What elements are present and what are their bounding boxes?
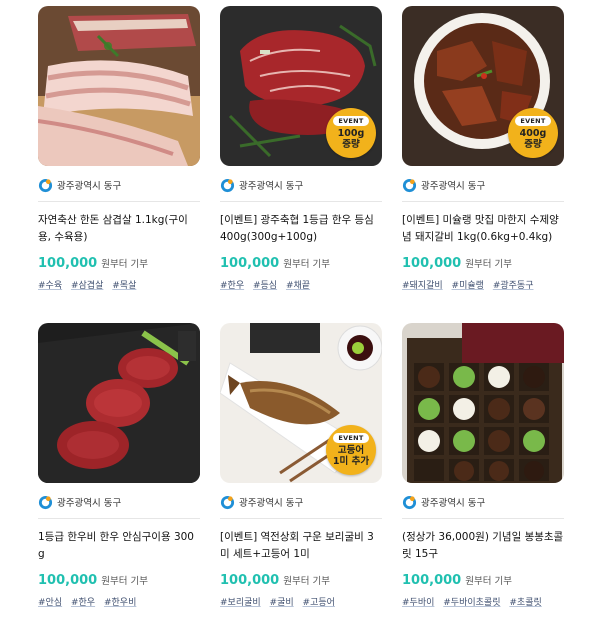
tag-link[interactable]: #돼지갈비 bbox=[402, 281, 443, 291]
price-value: 100,000 bbox=[402, 256, 462, 271]
divider bbox=[38, 518, 200, 519]
organization: 광주광역시 동구 bbox=[38, 489, 200, 515]
city-logo-icon bbox=[402, 178, 417, 192]
event-line2: 증량 bbox=[524, 139, 542, 150]
price-value: 100,000 bbox=[38, 256, 98, 271]
price-value: 100,000 bbox=[402, 573, 462, 588]
event-badge: EVENT 400g 증량 bbox=[508, 108, 558, 158]
product-image-grilled-croaker[interactable]: EVENT 고등어 1미 추가 bbox=[220, 323, 382, 483]
price: 100,000 원부터 기부 bbox=[220, 573, 382, 588]
event-label: EVENT bbox=[333, 433, 369, 443]
city-logo-icon bbox=[38, 178, 53, 192]
divider bbox=[220, 518, 382, 519]
event-line1: 100g bbox=[337, 128, 365, 139]
price-unit: 원부터 기부 bbox=[283, 576, 330, 587]
price-unit: 원부터 기부 bbox=[101, 576, 148, 587]
organization: 광주광역시 동구 bbox=[220, 172, 382, 198]
event-line1: 고등어 bbox=[337, 445, 365, 456]
price-unit: 원부터 기부 bbox=[465, 576, 512, 587]
organization: 광주광역시 동구 bbox=[38, 172, 200, 198]
event-line2: 증량 bbox=[342, 139, 360, 150]
organization-name: 광주광역시 동구 bbox=[239, 498, 304, 509]
event-label: EVENT bbox=[515, 116, 551, 126]
product-card[interactable]: EVENT 고등어 1미 추가 광주광역시 동구 [이벤트] 역전상회 구운 보… bbox=[220, 323, 382, 640]
divider bbox=[402, 518, 564, 519]
event-label: EVENT bbox=[333, 116, 369, 126]
price: 100,000 원부터 기부 bbox=[220, 256, 382, 271]
city-logo-icon bbox=[38, 495, 53, 509]
event-badge: EVENT 100g 증량 bbox=[326, 108, 376, 158]
organization: 광주광역시 동구 bbox=[402, 172, 564, 198]
product-title[interactable]: 1등급 한우비 한우 안심구이용 300g bbox=[38, 529, 200, 565]
product-title[interactable]: [이벤트] 광주축협 1등급 한우 등심 400g(300g+100g) bbox=[220, 212, 382, 248]
organization: 광주광역시 동구 bbox=[220, 489, 382, 515]
price: 100,000 원부터 기부 bbox=[402, 573, 564, 588]
tag-list: #한우 #등심 #채끝 bbox=[220, 278, 382, 291]
organization-name: 광주광역시 동구 bbox=[421, 181, 486, 192]
tag-link[interactable]: #삼겹살 bbox=[71, 281, 103, 291]
tag-list: #돼지갈비 #미슐랭 #광주동구 bbox=[402, 278, 564, 291]
tag-list: #두바이 #두바이초콜릿 #초콜릿 bbox=[402, 595, 564, 608]
product-card[interactable]: 광주광역시 동구 자연축산 한돈 삼겹살 1.1kg(구이용, 수육용) 100… bbox=[38, 6, 200, 323]
price: 100,000 원부터 기부 bbox=[402, 256, 564, 271]
product-title[interactable]: (정상가 36,000원) 기념일 봉봉초콜릿 15구 bbox=[402, 529, 564, 565]
organization-name: 광주광역시 동구 bbox=[57, 181, 122, 192]
product-image-beef-tenderloin[interactable] bbox=[38, 323, 200, 483]
price-value: 100,000 bbox=[220, 256, 280, 271]
tag-link[interactable]: #수육 bbox=[38, 281, 62, 291]
tag-link[interactable]: #목살 bbox=[112, 281, 136, 291]
product-title[interactable]: 자연축산 한돈 삼겹살 1.1kg(구이용, 수육용) bbox=[38, 212, 200, 248]
tag-list: #보리굴비 #굴비 #고등어 bbox=[220, 595, 382, 608]
price-unit: 원부터 기부 bbox=[101, 259, 148, 270]
product-grid: 광주광역시 동구 자연축산 한돈 삼겹살 1.1kg(구이용, 수육용) 100… bbox=[38, 6, 568, 640]
product-card[interactable]: EVENT 100g 증량 광주광역시 동구 [이벤트] 광주축협 1등급 한우… bbox=[220, 6, 382, 323]
tag-list: #안심 #한우 #한우비 bbox=[38, 595, 200, 608]
event-badge: EVENT 고등어 1미 추가 bbox=[326, 425, 376, 475]
tag-link[interactable]: #등심 bbox=[253, 281, 277, 291]
product-image-beef-sirloin[interactable]: EVENT 100g 증량 bbox=[220, 6, 382, 166]
price-value: 100,000 bbox=[38, 573, 98, 588]
event-line2: 1미 추가 bbox=[332, 456, 370, 467]
organization: 광주광역시 동구 bbox=[402, 489, 564, 515]
product-image-chocolate-box[interactable] bbox=[402, 323, 564, 483]
organization-name: 광주광역시 동구 bbox=[239, 181, 304, 192]
divider bbox=[38, 201, 200, 202]
product-card[interactable]: EVENT 400g 증량 광주광역시 동구 [이벤트] 미슐랭 맛집 마한지 … bbox=[402, 6, 564, 323]
divider bbox=[402, 201, 564, 202]
organization-name: 광주광역시 동구 bbox=[421, 498, 486, 509]
tag-link[interactable]: #채끝 bbox=[286, 281, 310, 291]
city-logo-icon bbox=[220, 178, 235, 192]
product-card[interactable]: 광주광역시 동구 (정상가 36,000원) 기념일 봉봉초콜릿 15구 100… bbox=[402, 323, 564, 640]
price-unit: 원부터 기부 bbox=[465, 259, 512, 270]
event-line1: 400g bbox=[519, 128, 547, 139]
tag-link[interactable]: #한우 bbox=[220, 281, 244, 291]
product-title[interactable]: [이벤트] 미슐랭 맛집 마한지 수제양념 돼지갈비 1kg(0.6kg+0.4… bbox=[402, 212, 564, 248]
tag-link[interactable]: #광주동구 bbox=[493, 281, 534, 291]
price: 100,000 원부터 기부 bbox=[38, 256, 200, 271]
divider bbox=[220, 201, 382, 202]
price: 100,000 원부터 기부 bbox=[38, 573, 200, 588]
tag-list: #수육 #삼겹살 #목살 bbox=[38, 278, 200, 291]
product-card[interactable]: 광주광역시 동구 1등급 한우비 한우 안심구이용 300g 100,000 원… bbox=[38, 323, 200, 640]
tag-link[interactable]: #미슐랭 bbox=[452, 281, 484, 291]
price-unit: 원부터 기부 bbox=[283, 259, 330, 270]
city-logo-icon bbox=[220, 495, 235, 509]
product-image-pork-belly[interactable] bbox=[38, 6, 200, 166]
product-image-marinated-ribs[interactable]: EVENT 400g 증량 bbox=[402, 6, 564, 166]
organization-name: 광주광역시 동구 bbox=[57, 498, 122, 509]
price-value: 100,000 bbox=[220, 573, 280, 588]
product-title[interactable]: [이벤트] 역전상회 구운 보리굴비 3미 세트+고등어 1미 bbox=[220, 529, 382, 565]
city-logo-icon bbox=[402, 495, 417, 509]
